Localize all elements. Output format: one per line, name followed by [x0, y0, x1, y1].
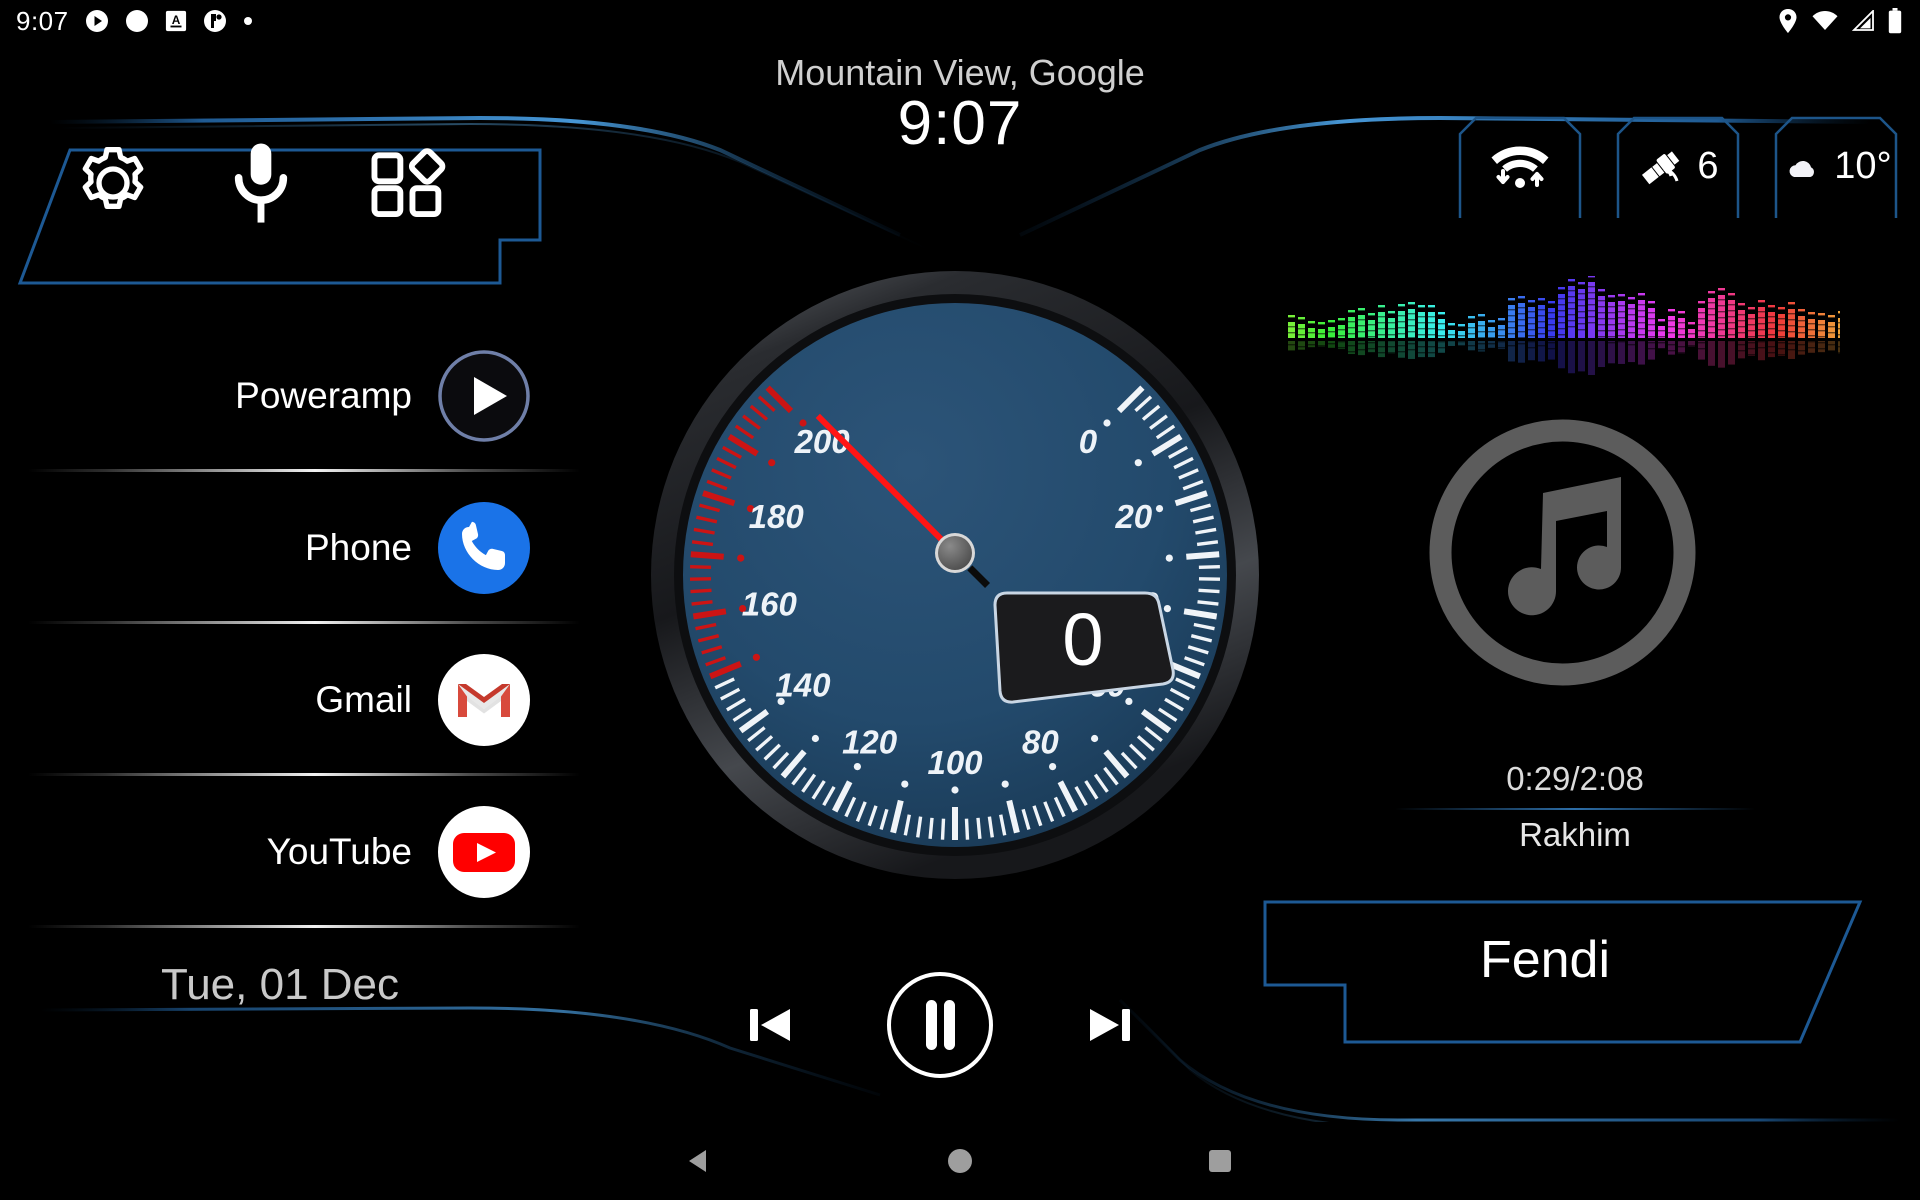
nav-back-button[interactable]: [640, 1122, 760, 1200]
triangle-back-icon: [689, 1150, 706, 1172]
album-art-placeholder[interactable]: [1425, 415, 1700, 690]
gps-sat-count: 6: [1697, 144, 1719, 187]
wifi-status-pod[interactable]: [1446, 112, 1594, 220]
track-title: Fendi: [1479, 931, 1611, 989]
music-note-icon: [1429, 419, 1696, 686]
digital-speed-value: 0: [1062, 598, 1103, 681]
apps-button[interactable]: [364, 140, 454, 226]
svg-text:120: 120: [842, 724, 898, 761]
date-display: Tue, 01 Dec: [0, 960, 560, 1010]
skip-previous-icon: [750, 1009, 790, 1041]
dot-icon: [243, 17, 252, 25]
square-recents-icon: [1209, 1150, 1231, 1172]
satellite-icon: [1642, 151, 1680, 185]
app-label: Poweramp: [235, 375, 412, 416]
date-label: Tue, 01 Dec: [160, 960, 400, 1009]
main-clock: 9:07: [897, 89, 1023, 159]
cell-signal-icon: [1851, 10, 1874, 31]
screenshot-a-icon: A: [165, 10, 186, 32]
circle-home-icon: [948, 1149, 972, 1173]
status-bar-right: [1777, 0, 1902, 42]
track-artist: Rakhim: [1519, 816, 1631, 853]
app-label: YouTube: [266, 831, 412, 872]
svg-text:160: 160: [742, 585, 798, 622]
temperature-value: 10°: [1834, 144, 1892, 187]
poweramp-play-icon: [436, 348, 532, 444]
next-track-button[interactable]: [1080, 995, 1140, 1055]
phone-icon: [436, 500, 532, 596]
android-status-bar: 9:07 A: [0, 0, 1920, 42]
apps-grid-icon: [371, 148, 446, 218]
svg-text:180: 180: [749, 498, 805, 535]
location-label: Mountain View, Google: [775, 52, 1145, 93]
track-metadata: 0:29/2:08 Rakhim: [1395, 760, 1755, 854]
pause-icon: [887, 972, 993, 1078]
svg-text:100: 100: [927, 744, 983, 781]
youtube-icon: [436, 804, 532, 900]
wifi-icon: [1812, 11, 1838, 30]
microphone-icon: [234, 143, 288, 223]
voice-assistant-button[interactable]: [216, 140, 306, 226]
media-transport-controls: [740, 965, 1140, 1085]
gmail-icon: [436, 652, 532, 748]
svg-text:0: 0: [1079, 423, 1098, 460]
status-pods: 6 10°: [1446, 112, 1910, 220]
quick-controls-pod: [0, 118, 570, 248]
speedometer-gauge: 020406080100120140160180200 0: [645, 265, 1265, 885]
app-row-gmail[interactable]: Gmail: [0, 624, 580, 776]
gear-icon: [82, 147, 144, 209]
nav-recents-button[interactable]: [1160, 1122, 1280, 1200]
play-circle-icon: [85, 10, 108, 32]
track-time: 0:29/2:08: [1506, 760, 1644, 797]
audio-equalizer-visualizer: [1280, 275, 1845, 388]
android-nav-bar: [0, 1122, 1920, 1200]
status-clock: 9:07: [16, 5, 69, 36]
svg-text:20: 20: [1114, 498, 1152, 535]
skip-next-icon: [1090, 1009, 1130, 1041]
app-row-youtube[interactable]: YouTube: [0, 776, 580, 928]
app-row-phone[interactable]: Phone: [0, 472, 580, 624]
play-pause-button[interactable]: [884, 969, 996, 1081]
svg-text:A: A: [171, 13, 180, 27]
location-pin-icon: [1779, 9, 1797, 33]
app-notification-icon: [203, 10, 226, 32]
app-row-poweramp[interactable]: Poweramp: [0, 320, 580, 472]
settings-button[interactable]: [68, 140, 158, 226]
wifi-transfer-icon: [1491, 146, 1549, 188]
battery-icon: [1888, 8, 1902, 34]
svg-text:140: 140: [775, 667, 831, 704]
car-dashboard-screen: 9:07 A Mountain View, Google 9:07 6 10° …: [0, 0, 1920, 1200]
app-label: Phone: [305, 527, 412, 568]
weather-status-pod[interactable]: 10°: [1762, 112, 1910, 220]
app-shortcut-list: Poweramp Phone Gmail YouTube: [0, 320, 580, 928]
previous-track-button[interactable]: [740, 995, 800, 1055]
track-title-panel: Fendi: [1255, 890, 1895, 1040]
divider: [1395, 808, 1755, 810]
status-bar-left: 9:07 A: [16, 0, 253, 42]
nav-home-button[interactable]: [900, 1122, 1020, 1200]
header-block: Mountain View, Google 9:07: [660, 52, 1260, 156]
record-circle-icon: [125, 10, 148, 32]
svg-text:80: 80: [1022, 724, 1059, 761]
gps-status-pod[interactable]: 6: [1604, 112, 1752, 220]
app-label: Gmail: [315, 679, 412, 720]
weather-night-cloud-icon: [1789, 150, 1815, 177]
